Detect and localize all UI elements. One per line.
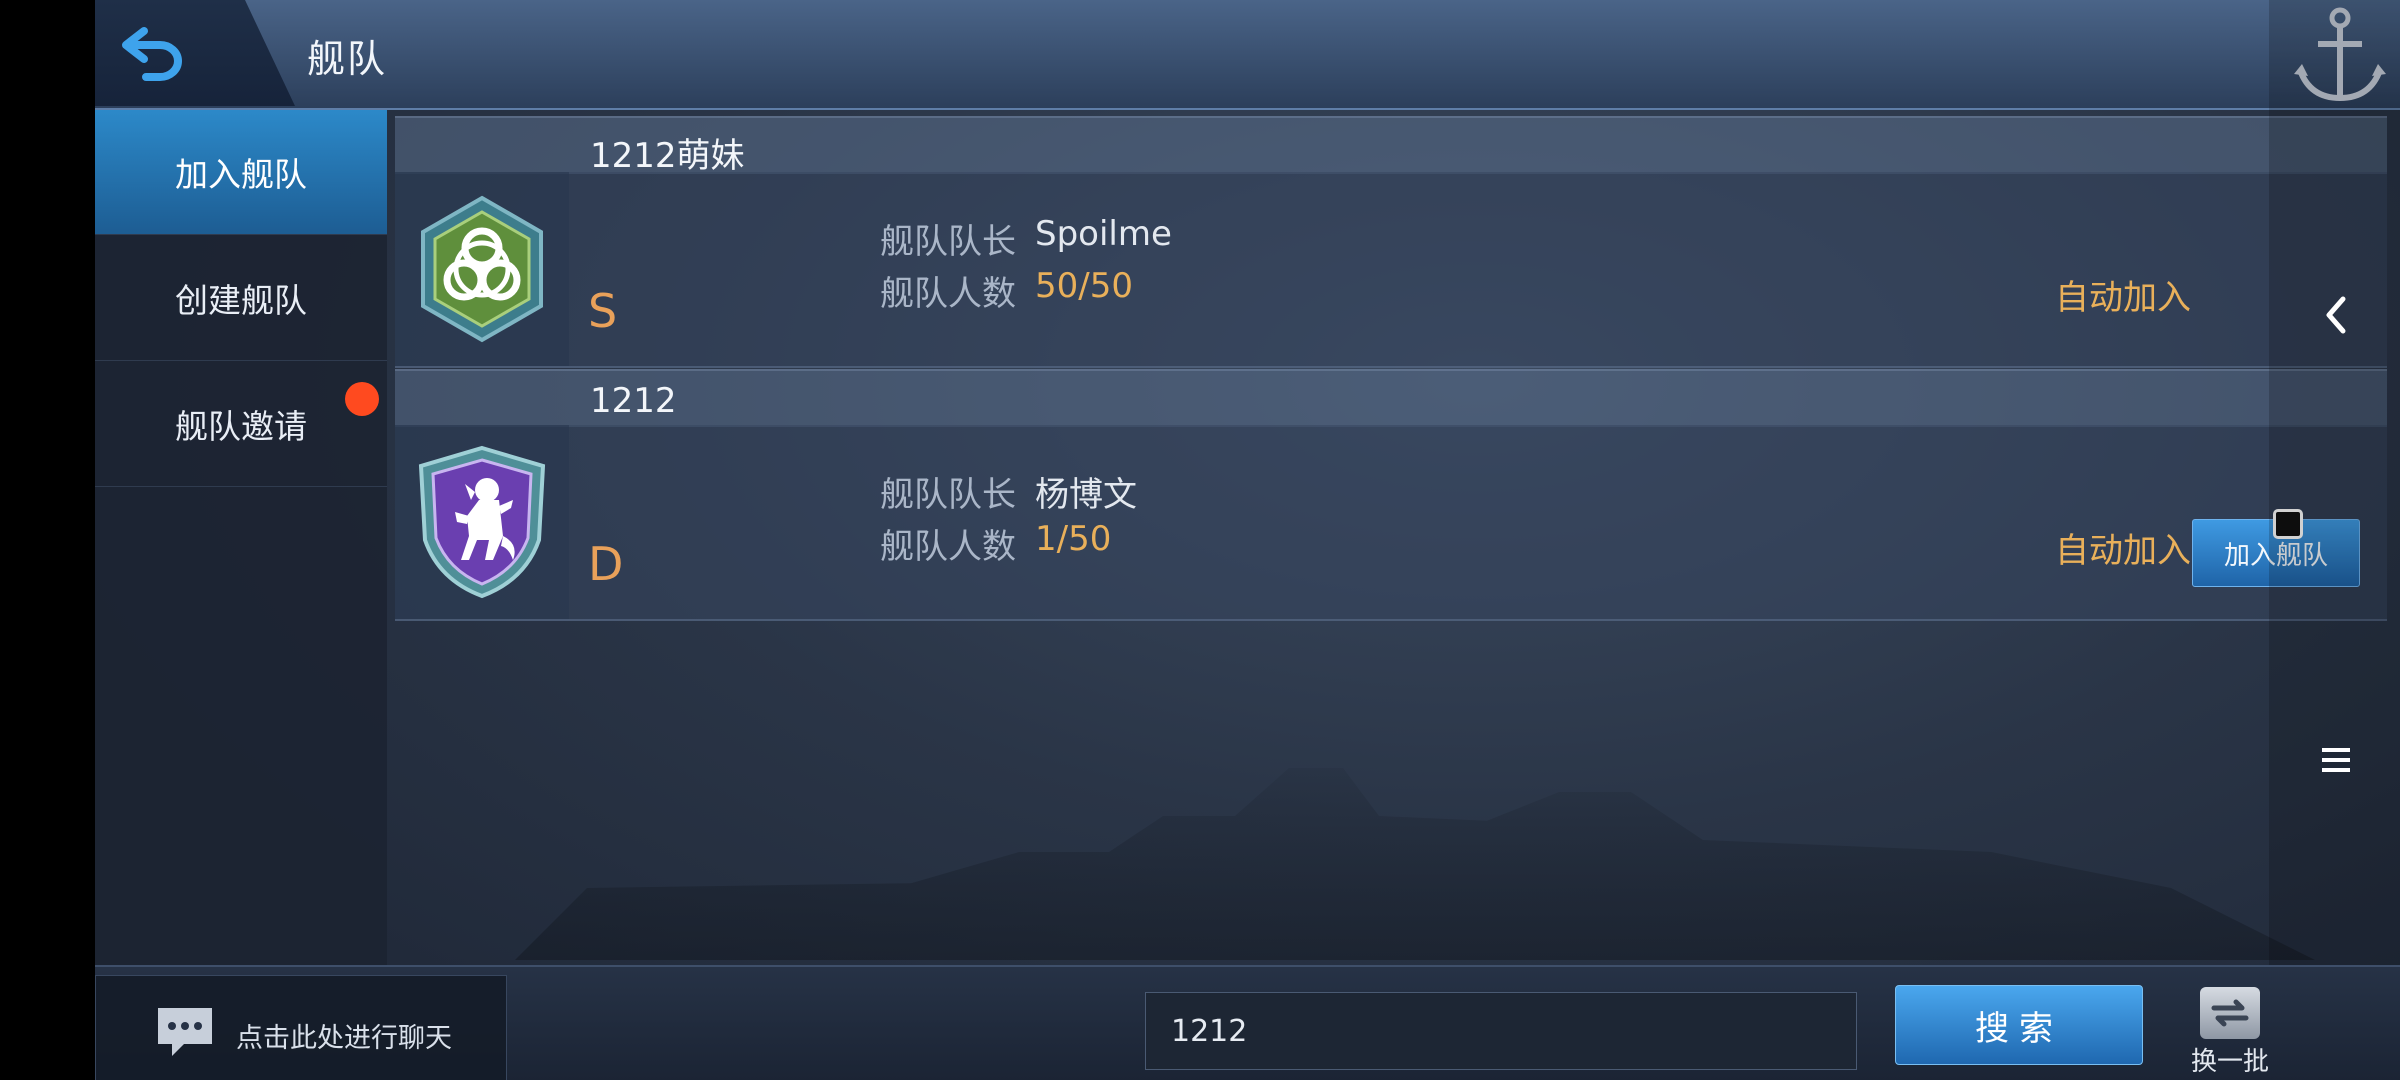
sidebar-item-label: 舰队邀请 [175, 407, 307, 446]
members-label: 舰队人数 [880, 274, 1016, 314]
page-title: 舰队 [307, 37, 388, 81]
members-label: 舰队人数 [880, 527, 1016, 567]
top-bar: 舰队 [95, 0, 2400, 110]
chat-bubble-icon [158, 1008, 212, 1056]
members-count: 1/50 [1035, 519, 1112, 559]
fleet-grade: D [588, 537, 624, 591]
fleet-card-header: 1212萌妹 [395, 116, 2387, 176]
captain-name: 杨博文 [1035, 475, 1137, 515]
fleet-card-body: S 舰队队长 Spoilme 舰队人数 50/50 自动加入 [395, 172, 2387, 368]
back-arrow-icon [122, 27, 182, 81]
sidebar-item-create-fleet[interactable]: 创建舰队 [95, 236, 387, 361]
captain-label: 舰队队长 [880, 222, 1016, 262]
fleet-grade: S [588, 284, 618, 338]
fleet-card[interactable]: 1212 D 舰队队长 杨博文 舰队人数 1/50 自动加入 加入舰队 [395, 369, 2387, 621]
sidebar-item-join-fleet[interactable]: 加入舰队 [95, 110, 387, 235]
sidebar-item-fleet-invite[interactable]: 舰队邀请 [95, 362, 387, 487]
join-mode: 自动加入 [2055, 531, 2191, 571]
battleship-background [515, 768, 2315, 960]
refresh-icon [2200, 987, 2260, 1039]
menu-icon[interactable] [2320, 745, 2352, 775]
fleet-name: 1212萌妹 [590, 136, 745, 176]
chat-entry[interactable]: 点击此处进行聊天 [95, 975, 507, 1080]
fleet-emblem [395, 425, 569, 619]
back-button[interactable] [95, 0, 295, 106]
fleet-screen: 舰队 加入舰队 创建舰队 舰队邀请 1212萌妹 S 舰队队长 Spoilme … [95, 0, 2400, 1080]
fleet-card[interactable]: 1212萌妹 S 舰队队长 Spoilme 舰队人数 50/50 自动加入 [395, 116, 2387, 368]
notification-dot [345, 382, 379, 416]
members-count: 50/50 [1035, 266, 1133, 306]
refresh-label: 换一批 [2191, 1047, 2270, 1077]
sidebar: 加入舰队 创建舰队 舰队邀请 [95, 110, 387, 965]
search-input[interactable] [1145, 992, 1857, 1070]
captain-label: 舰队队长 [880, 475, 1016, 515]
lion-shield-emblem-icon [418, 445, 546, 599]
captain-name: Spoilme [1035, 214, 1172, 254]
fleet-card-header: 1212 [395, 369, 2387, 427]
fleet-emblem [395, 172, 569, 366]
refresh-batch-button[interactable]: 换一批 [2191, 987, 2269, 1077]
side-navigation-overlay [2269, 0, 2400, 1080]
biohazard-emblem-icon [421, 195, 543, 343]
chat-hint: 点击此处进行聊天 [236, 1023, 452, 1054]
search-button[interactable]: 搜索 [1895, 985, 2143, 1065]
bottom-bar: 点击此处进行聊天 搜索 换一批 [95, 965, 2400, 1080]
sidebar-item-label: 创建舰队 [175, 281, 307, 320]
fleet-card-body: D 舰队队长 杨博文 舰队人数 1/50 自动加入 加入舰队 [395, 425, 2387, 621]
sidebar-item-label: 加入舰队 [175, 155, 307, 194]
join-mode: 自动加入 [2055, 278, 2191, 318]
fleet-name: 1212 [590, 381, 677, 421]
chevron-left-icon[interactable] [2323, 295, 2349, 335]
